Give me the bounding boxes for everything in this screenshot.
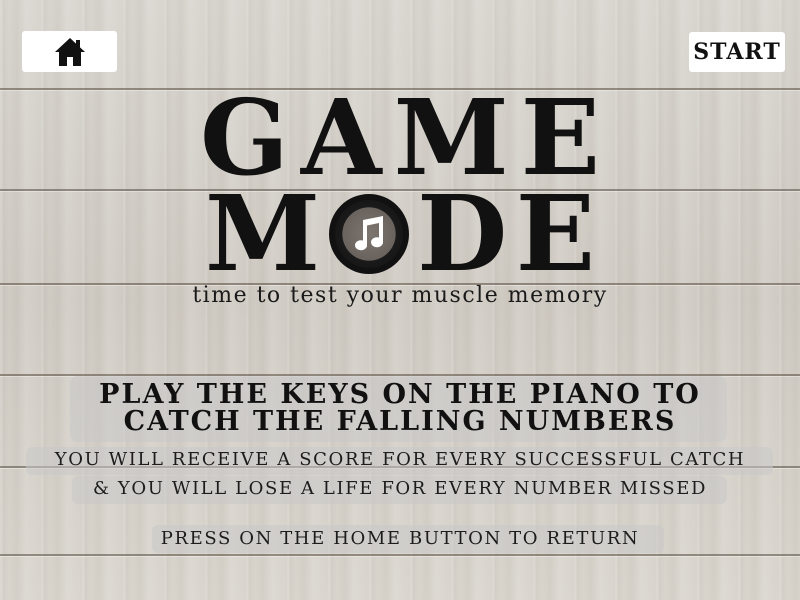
home-button[interactable] <box>22 31 117 72</box>
music-disc <box>328 194 409 274</box>
music-note-icon <box>354 216 383 251</box>
instructions-detail-line: YOU WILL RECEIVE A SCORE FOR EVERY SUCCE… <box>54 449 746 470</box>
subtitle: time to test your muscle memory <box>192 283 608 308</box>
title-letter: E <box>515 172 595 295</box>
home-icon <box>54 37 85 66</box>
instructions-heading-line: CATCH THE FALLING NUMBERS <box>123 406 677 437</box>
start-button[interactable]: START <box>689 32 785 72</box>
return-hint: PRESS ON THE HOME BUTTON TO RETURN <box>160 528 640 549</box>
title-letter: D <box>417 172 508 295</box>
title-letter: M <box>205 172 321 295</box>
instructions-detail-line: & YOU WILL LOSE A LIFE FOR EVERY NUMBER … <box>92 478 707 499</box>
title-mode: M D E <box>205 172 595 295</box>
plank-divider <box>0 554 800 556</box>
